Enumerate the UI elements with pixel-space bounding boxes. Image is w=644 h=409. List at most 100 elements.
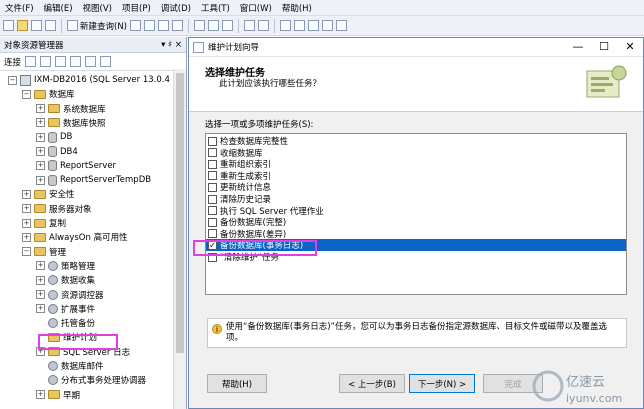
task-item[interactable]: 备份数据库(完整): [206, 216, 626, 228]
tree-node[interactable]: 分布式事务处理协调器: [36, 373, 146, 387]
task-item[interactable]: 重新组织索引: [206, 158, 626, 170]
tree-node[interactable]: − 数据库: [22, 87, 75, 101]
help-button[interactable]: 帮助(H): [207, 374, 267, 393]
expand-icon[interactable]: +: [36, 118, 45, 128]
expand-icon[interactable]: +: [36, 304, 45, 314]
start-icon[interactable]: [280, 20, 291, 31]
tree-node[interactable]: + 服务器对象: [22, 202, 92, 216]
tree-node[interactable]: + 早期: [36, 388, 80, 402]
connect-button[interactable]: 连接: [4, 56, 21, 68]
task-checkbox[interactable]: [208, 206, 217, 216]
tree-node[interactable]: + 扩展事件: [36, 302, 95, 316]
task-item[interactable]: 更新统计信息: [206, 181, 626, 193]
menu-item[interactable]: 调试(D): [156, 2, 196, 14]
task-checkbox[interactable]: [208, 148, 217, 158]
expand-icon[interactable]: +: [36, 290, 45, 299]
menu-item[interactable]: 编辑(E): [39, 2, 78, 14]
db-query-icon[interactable]: [130, 20, 141, 31]
tree-node[interactable]: + DB: [36, 130, 72, 144]
expand-icon[interactable]: +: [22, 232, 31, 242]
task-checkbox[interactable]: [208, 171, 217, 181]
expand-icon[interactable]: +: [36, 147, 45, 156]
task-checkbox[interactable]: [208, 136, 217, 146]
stop-icon[interactable]: [55, 56, 67, 67]
tree-node[interactable]: + 复制: [22, 216, 66, 230]
toolbox-icon[interactable]: [336, 20, 347, 31]
task-checkbox[interactable]: [208, 159, 217, 169]
menu-item[interactable]: 项目(P): [117, 2, 156, 14]
tree-node[interactable]: + 数据收集: [36, 273, 95, 287]
scrollbar-thumb[interactable]: [176, 73, 184, 353]
task-item[interactable]: 收缩数据库: [206, 147, 626, 159]
mdx-query-icon[interactable]: [144, 20, 155, 31]
collapse-icon[interactable]: −: [22, 89, 31, 99]
panel-controls[interactable]: ▾ ♯ ×: [161, 40, 182, 50]
dmx-query-icon[interactable]: [158, 20, 169, 31]
cut-icon[interactable]: [194, 20, 205, 31]
redo-icon[interactable]: [258, 20, 269, 31]
xmla-query-icon[interactable]: [172, 20, 183, 31]
properties-icon[interactable]: [308, 20, 319, 31]
task-item[interactable]: 重新生成索引: [206, 170, 626, 182]
tree-scrollbar[interactable]: [173, 69, 186, 409]
tree-node[interactable]: − 管理: [22, 245, 66, 259]
task-item[interactable]: 备份数据库(差异): [206, 228, 626, 240]
collapse-icon[interactable]: −: [8, 75, 17, 85]
task-checkbox[interactable]: [208, 217, 217, 227]
task-item[interactable]: 检查数据库完整性: [206, 135, 626, 147]
expand-icon[interactable]: +: [36, 390, 45, 400]
expand-icon[interactable]: +: [36, 132, 45, 142]
tree-node[interactable]: + 系统数据库: [36, 102, 106, 116]
tree-node[interactable]: + ReportServerTempDB: [36, 173, 151, 187]
connect-dropdown-icon[interactable]: [25, 56, 37, 67]
copy-icon[interactable]: [208, 20, 219, 31]
minimize-button[interactable]: —: [565, 38, 591, 56]
save-icon[interactable]: [31, 20, 42, 31]
tree-node[interactable]: + DB4: [36, 145, 78, 159]
tree-node[interactable]: + AlwaysOn 高可用性: [22, 230, 128, 244]
menu-item[interactable]: 窗口(W): [235, 2, 277, 14]
menu-item[interactable]: 视图(V): [78, 2, 117, 14]
disconnect-icon[interactable]: [40, 56, 52, 67]
filter-icon[interactable]: [70, 56, 82, 67]
explorer-icon[interactable]: [322, 20, 333, 31]
expand-icon[interactable]: +: [36, 175, 45, 185]
task-item[interactable]: 执行 SQL Server 代理作业: [206, 205, 626, 217]
tree-node[interactable]: + 数据库快照: [36, 116, 106, 130]
expand-icon[interactable]: +: [36, 275, 45, 285]
new-project-icon[interactable]: [3, 20, 14, 31]
undo-icon[interactable]: [244, 20, 255, 31]
maximize-button[interactable]: ☐: [591, 38, 617, 56]
refresh-icon[interactable]: [85, 56, 97, 67]
tree-node[interactable]: − IXM-DB2016 (SQL Server 13.0.4: [8, 73, 170, 87]
tree-node[interactable]: 托管备份: [36, 316, 95, 330]
new-query-button[interactable]: 新建查询(N): [67, 20, 127, 32]
expand-icon[interactable]: +: [22, 204, 31, 214]
next-button[interactable]: 下一步(N) >: [409, 374, 475, 393]
tree-node[interactable]: + 安全性: [22, 187, 75, 201]
activity-monitor-icon[interactable]: [100, 56, 112, 67]
menu-item[interactable]: 工具(T): [196, 2, 235, 14]
paste-icon[interactable]: [222, 20, 233, 31]
task-checkbox[interactable]: [208, 182, 217, 192]
task-checkbox[interactable]: [208, 194, 217, 204]
tree-node[interactable]: + 资源调控器: [36, 288, 104, 302]
expand-icon[interactable]: +: [36, 104, 45, 114]
task-checkbox[interactable]: [208, 229, 217, 239]
menu-item[interactable]: 帮助(H): [277, 2, 317, 14]
expand-icon[interactable]: +: [22, 218, 31, 228]
menu-item[interactable]: 文件(F): [0, 2, 39, 14]
back-button[interactable]: < 上一步(B): [339, 374, 405, 393]
collapse-icon[interactable]: −: [22, 247, 31, 257]
tree-node[interactable]: 数据库邮件: [36, 359, 104, 373]
task-item[interactable]: 清除历史记录: [206, 193, 626, 205]
tree-node[interactable]: + ReportServer: [36, 159, 116, 173]
find-icon[interactable]: [294, 20, 305, 31]
expand-icon[interactable]: +: [36, 161, 45, 171]
expand-icon[interactable]: +: [36, 261, 45, 271]
save-all-icon[interactable]: [45, 20, 56, 31]
close-button[interactable]: ✕: [617, 38, 643, 56]
open-folder-icon[interactable]: [17, 20, 28, 31]
expand-icon[interactable]: +: [22, 189, 31, 199]
tree-node[interactable]: + 策略管理: [36, 259, 95, 273]
